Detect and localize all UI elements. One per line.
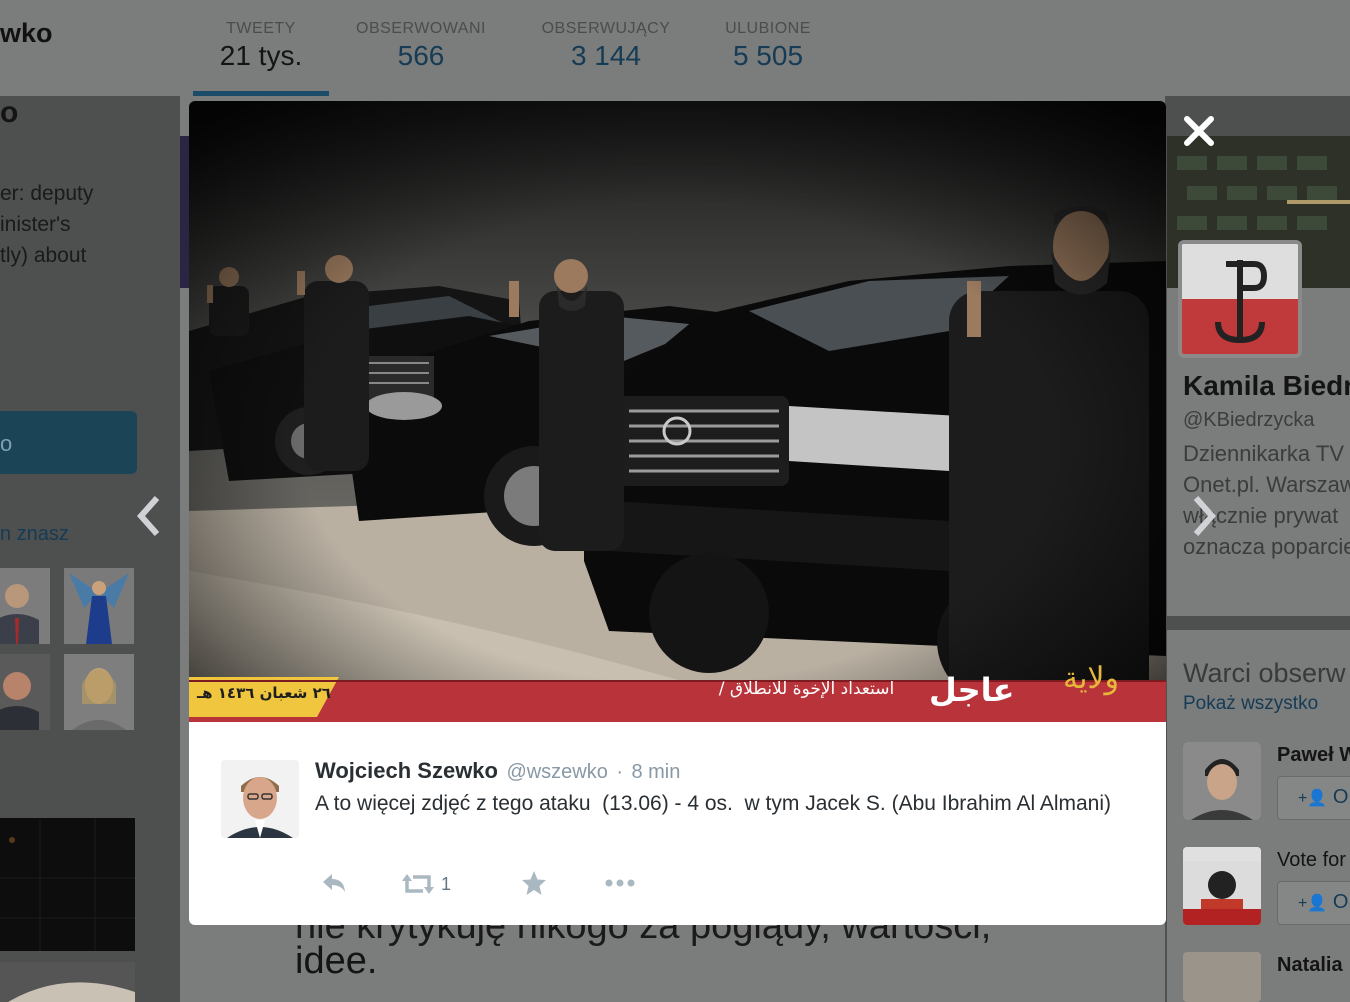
stat-label: TWEETY xyxy=(226,20,296,37)
stat-tweets[interactable]: TWEETY 21 tys. xyxy=(193,20,329,72)
close-icon xyxy=(1184,116,1214,146)
media-thumbnail[interactable] xyxy=(0,818,135,951)
follow-button[interactable]: +👤 O xyxy=(1277,776,1350,820)
person-photo-icon xyxy=(64,654,134,730)
suggestion-avatar[interactable] xyxy=(1183,742,1261,820)
person-photo-icon xyxy=(1183,742,1261,820)
people-you-know-link[interactable]: n znasz xyxy=(0,523,69,546)
image-date-caption: ٢٦ شعبان ١٤٣٦ هـ xyxy=(197,684,331,702)
add-user-icon: +👤 xyxy=(1298,790,1328,807)
header-separator: · xyxy=(616,761,623,783)
chevron-right-icon xyxy=(1193,496,1217,536)
favorite-button[interactable] xyxy=(519,868,549,898)
stat-value: 3 144 xyxy=(570,40,642,71)
follow-button-label: O xyxy=(1332,891,1349,913)
chevron-left-icon xyxy=(136,496,160,536)
person-photo-icon xyxy=(0,568,50,644)
bio-line: tly) about xyxy=(0,244,87,267)
vote-for-nobody-icon xyxy=(1183,847,1261,925)
suggestion-avatar[interactable] xyxy=(1183,847,1261,925)
follower-photo[interactable] xyxy=(0,654,50,730)
follower-photo[interactable] xyxy=(64,654,134,730)
card-profile-name[interactable]: Kamila Biedr xyxy=(1183,370,1350,402)
stat-label: ULUBIONE xyxy=(725,20,811,37)
dark-photo-icon xyxy=(0,818,135,951)
stat-followers[interactable]: OBSERWUJĄCY 3 144 xyxy=(537,20,675,72)
tweet-timestamp[interactable]: 8 min xyxy=(631,761,680,783)
profile-name-header: wko xyxy=(0,18,53,48)
retweet-button[interactable]: 1 xyxy=(401,868,451,898)
more-options-button[interactable] xyxy=(604,868,638,898)
author-avatar[interactable] xyxy=(221,760,299,838)
previous-media-button[interactable] xyxy=(135,492,163,552)
image-breaking-label: عاجل xyxy=(929,671,1015,709)
bio-line: Dziennikarka TV xyxy=(1183,441,1344,466)
retweet-icon xyxy=(402,873,434,894)
reply-icon xyxy=(323,874,345,892)
retweet-count: 1 xyxy=(441,873,452,894)
tweet-to-button[interactable]: o xyxy=(0,411,137,474)
reply-button[interactable] xyxy=(319,868,349,898)
tweet-photo[interactable]: ٢٦ شعبان ١٤٣٦ هـ استعداد الإخوة للانطلاق… xyxy=(189,101,1166,722)
tweet-details: Wojciech Szewko @wszewko · 8 min A to wi… xyxy=(189,722,1166,925)
photo-men-with-suvs xyxy=(189,101,1166,722)
tweet-text: A to więcej zdjęć z tego ataku (13.06) -… xyxy=(315,792,1112,815)
bio-line: er: deputy xyxy=(0,182,94,205)
image-watermark-logo: ولاية xyxy=(1062,661,1120,696)
bio-line: inister's xyxy=(0,213,71,236)
profile-name: o xyxy=(0,96,19,129)
add-user-icon: +👤 xyxy=(1298,895,1328,912)
tweet-header: Wojciech Szewko @wszewko · 8 min xyxy=(315,758,680,784)
more-dots-icon xyxy=(605,879,635,887)
stat-value: 5 505 xyxy=(732,40,804,71)
card-profile-handle[interactable]: @KBiedrzycka xyxy=(1183,409,1314,432)
author-handle[interactable]: @wszewko xyxy=(506,761,607,783)
who-to-follow-title: Warci obserw xyxy=(1183,658,1346,688)
person-photo-icon xyxy=(0,654,50,730)
stat-value: 566 xyxy=(397,40,445,71)
follow-button-label: O xyxy=(1332,786,1349,808)
stat-value: 21 tys. xyxy=(219,40,303,71)
stat-following[interactable]: OBSERWOWANI 566 xyxy=(352,20,490,72)
stat-favorites[interactable]: ULUBIONE 5 505 xyxy=(712,20,824,72)
suggestion-avatar[interactable] xyxy=(1183,952,1261,1002)
follower-photo[interactable] xyxy=(64,568,134,644)
follow-button[interactable]: +👤 O xyxy=(1277,881,1350,925)
timeline-tweet-text: idee. xyxy=(295,940,378,982)
kotwica-emblem-icon xyxy=(1182,244,1298,354)
profile-bio: er: deputy inister's tly) about xyxy=(0,178,160,271)
author-name[interactable]: Wojciech Szewko xyxy=(315,758,498,783)
suggestion-name[interactable]: Paweł W xyxy=(1277,744,1350,767)
suggestion-name[interactable]: Vote for xyxy=(1277,849,1346,872)
show-all-link[interactable]: Pokaż wszystko xyxy=(1183,693,1318,715)
stat-label: OBSERWUJĄCY xyxy=(541,20,671,37)
car-photo-icon xyxy=(0,962,135,1002)
media-thumbnail[interactable] xyxy=(0,962,135,1002)
media-modal: ٢٦ شعبان ١٤٣٦ هـ استعداد الإخوة للانطلاق… xyxy=(189,101,1166,925)
suggestion-name[interactable]: Natalia xyxy=(1277,954,1343,977)
stat-label: OBSERWOWANI xyxy=(356,20,486,37)
profile-avatar[interactable] xyxy=(1178,240,1302,358)
follower-photo[interactable] xyxy=(0,568,50,644)
star-icon xyxy=(522,871,546,895)
close-modal-button[interactable] xyxy=(1180,112,1218,150)
author-photo-icon xyxy=(221,760,299,838)
angel-photo-icon xyxy=(64,568,134,644)
next-media-button[interactable] xyxy=(1190,492,1218,552)
image-subtitle: استعداد الإخوة للانطلاق / xyxy=(718,679,895,699)
